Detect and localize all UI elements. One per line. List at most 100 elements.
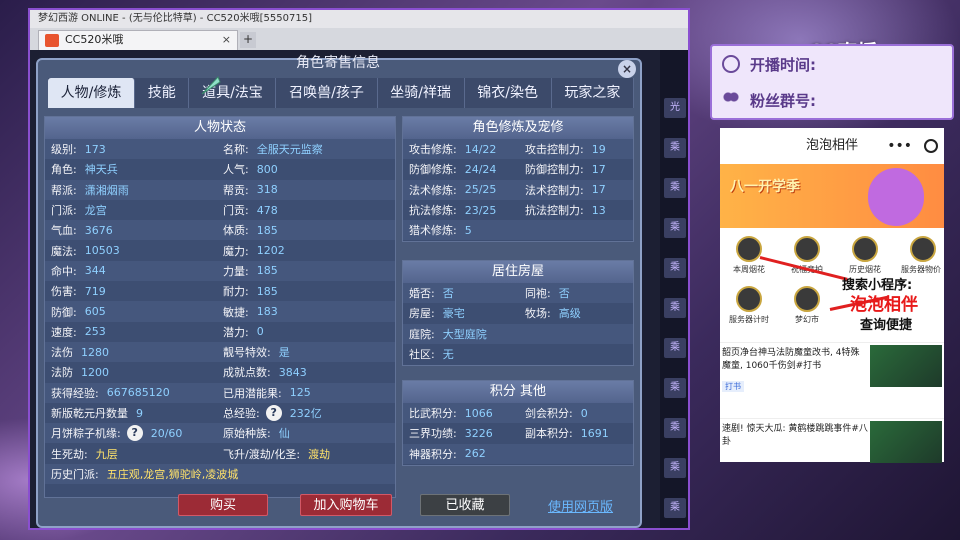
- news-item[interactable]: 韶页净台神马法防魔童改书, 4特殊魔童, 1060千伤剑#打书 打书: [720, 342, 944, 402]
- grid-label: 服务器计时: [729, 315, 769, 324]
- field-label: 角色:: [51, 163, 77, 177]
- mini-program-title: 泡泡相伴: [805, 138, 858, 153]
- side-list: 光乘乘乘乘乘乘乘乘乘乘: [660, 50, 688, 528]
- field-label: 帮贡:: [223, 183, 249, 197]
- field-label: 攻击控制力:: [525, 143, 584, 157]
- browser-window: 梦幻西游 ONLINE - (无与伦比特草) - CC520米哦[5550715…: [28, 8, 690, 530]
- side-list-item[interactable]: 乘: [664, 418, 686, 438]
- tab-home[interactable]: 玩家之家: [552, 78, 634, 108]
- table-row: 伤害: 719 耐力: 185: [45, 281, 395, 301]
- news-thumbnail: [870, 421, 942, 463]
- field-label: 社区:: [409, 348, 435, 362]
- favicon-icon: [45, 34, 59, 47]
- close-circle-icon[interactable]: [924, 139, 938, 153]
- side-list-item[interactable]: 乘: [664, 258, 686, 278]
- table-row: 神器积分: 262: [403, 443, 633, 464]
- tab-skills[interactable]: 技能: [135, 78, 190, 108]
- field-value: 605: [84, 305, 106, 319]
- field-value: 23/25: [464, 203, 497, 217]
- field-label: 抗法控制力:: [525, 204, 584, 218]
- side-list-item[interactable]: 乘: [664, 378, 686, 398]
- help-icon[interactable]: ?: [126, 425, 143, 442]
- tab-character[interactable]: 人物/修炼: [48, 78, 136, 108]
- points-panel: 积分 其他 比武积分: 1066 剑会积分: 0 三界功绩: 3226 副本积分: 1691 神…: [402, 380, 634, 466]
- field-value: 1200: [81, 365, 109, 379]
- web-version-link[interactable]: 使用网页版: [548, 496, 613, 515]
- table-row: 气血: 3676 体质: 185: [45, 220, 395, 241]
- stream-info-card: 开播时间: 粉丝群号:: [710, 44, 954, 120]
- table-row: 历史门派: 五庄观,龙宫,狮驼岭,凌波城: [45, 463, 395, 485]
- field-value: 无: [442, 348, 454, 362]
- field-value: 173: [84, 142, 106, 156]
- field-value: 262: [464, 447, 486, 461]
- field-value: 1066: [464, 406, 493, 420]
- promo-banner[interactable]: 八一开学季: [720, 164, 944, 228]
- field-label: 房屋:: [409, 307, 435, 321]
- table-row: 婚否: 否同袍: 否: [403, 283, 633, 304]
- field-value: 185: [256, 284, 278, 298]
- more-icon[interactable]: •••: [887, 128, 912, 164]
- field-label: 法防: [51, 366, 73, 380]
- table-row: 新版乾元丹数量 9 总经验:? 232亿: [45, 403, 395, 423]
- field-value: 渡劫: [308, 447, 331, 461]
- grid-label: 梦幻市: [795, 315, 819, 324]
- field-value: 龙宫: [84, 204, 107, 218]
- field-label: 生死劫:: [51, 447, 88, 461]
- field-value: 14/22: [464, 142, 497, 156]
- table-row: 获得经验: 667685120 已用潜能果: 125: [45, 382, 395, 403]
- residence-panel: 居住房屋 婚否: 否同袍: 否房屋: 豪宅 牧场: 高级 庭院: 大型庭院 社区: 无: [402, 260, 634, 366]
- table-row: 法伤 1280 靓号特效: 是: [45, 341, 395, 363]
- browser-tab[interactable]: CC520米哦 ×: [38, 30, 238, 50]
- news-thumbnail: [870, 345, 942, 387]
- fireworks-icon[interactable]: [736, 236, 762, 262]
- help-icon[interactable]: ?: [265, 405, 282, 421]
- tab-mounts[interactable]: 坐骑/祥瑞: [378, 78, 465, 108]
- price-icon[interactable]: [910, 236, 936, 262]
- field-label: 比武积分:: [409, 407, 457, 421]
- field-label: 法伤: [51, 346, 73, 360]
- side-list-item[interactable]: 乘: [664, 178, 686, 198]
- side-list-item[interactable]: 乘: [664, 138, 686, 158]
- news-text: 韶页净台神马法防魔童改书, 4特殊魔童, 1060千伤剑#打书: [722, 348, 860, 371]
- side-list-item[interactable]: 乘: [664, 338, 686, 358]
- field-label: 攻击修炼:: [409, 143, 457, 157]
- news-text: 速剧! 惊天大瓜: 黄鹤楼跳跳事件#八卦: [722, 424, 868, 447]
- field-label: 牧场:: [525, 307, 551, 321]
- field-label: 力量:: [223, 264, 249, 278]
- collected-button[interactable]: 已收藏: [420, 494, 510, 516]
- field-label: 新版乾元丹数量: [51, 407, 128, 420]
- fan-group-label: 粉丝群号:: [750, 91, 816, 110]
- new-tab-button[interactable]: +: [240, 32, 256, 48]
- field-label: 防御修炼:: [409, 163, 457, 177]
- side-list-item[interactable]: 乘: [664, 458, 686, 478]
- field-label: 防御:: [51, 305, 77, 319]
- buy-button[interactable]: 购买: [178, 494, 268, 516]
- side-list-item[interactable]: 乘: [664, 218, 686, 238]
- tab-outfits[interactable]: 锦衣/染色: [465, 78, 552, 108]
- field-value: 仙: [278, 427, 290, 441]
- news-item[interactable]: 速剧! 惊天大瓜: 黄鹤楼跳跳事件#八卦: [720, 418, 944, 478]
- market-icon[interactable]: [794, 286, 820, 312]
- close-icon[interactable]: ×: [222, 31, 231, 49]
- field-label: 已用潜能果:: [223, 386, 282, 400]
- field-value: 344: [84, 264, 106, 278]
- close-icon[interactable]: ×: [618, 60, 636, 78]
- field-value: 800: [256, 162, 278, 176]
- field-label: 成就点数:: [223, 366, 271, 380]
- side-list-item[interactable]: 光: [664, 98, 686, 118]
- field-value: 232亿: [289, 407, 322, 420]
- add-to-cart-button[interactable]: 加入购物车: [300, 494, 392, 516]
- field-value: 19: [591, 142, 606, 156]
- side-list-item[interactable]: 乘: [664, 498, 686, 518]
- field-label: 靓号特效:: [223, 346, 271, 360]
- field-label: 人气:: [223, 163, 249, 177]
- timer-icon[interactable]: [736, 286, 762, 312]
- field-label: 耐力:: [223, 285, 249, 299]
- field-label: 体质:: [223, 224, 249, 238]
- auction-icon[interactable]: [794, 236, 820, 262]
- side-list-item[interactable]: 乘: [664, 298, 686, 318]
- history-icon[interactable]: [852, 236, 878, 262]
- field-value: 0: [580, 406, 588, 420]
- tab-pets[interactable]: 召唤兽/孩子: [276, 78, 378, 108]
- field-label: 抗法修炼:: [409, 204, 457, 218]
